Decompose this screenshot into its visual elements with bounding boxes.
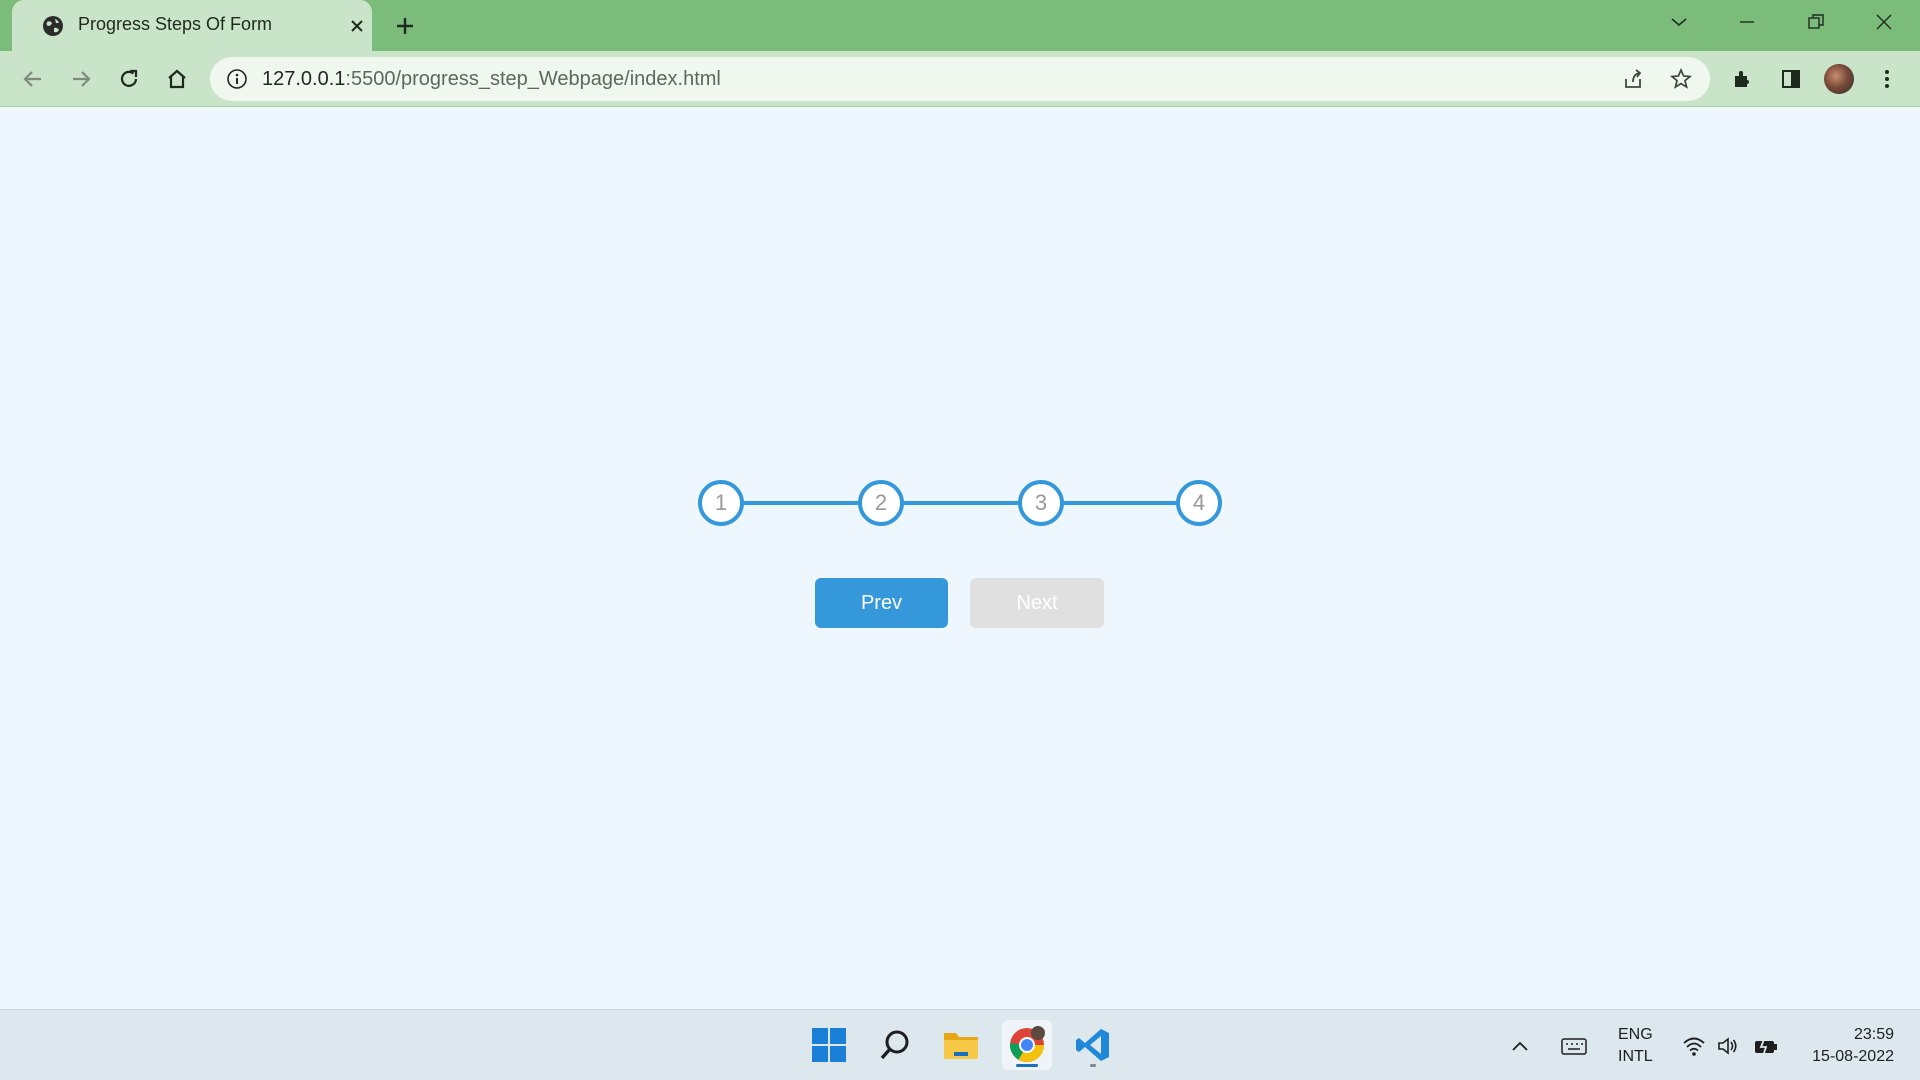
back-arrow-icon[interactable]	[18, 64, 48, 94]
address-bar[interactable]: 127.0.0.1:5500/progress_step_Webpage/ind…	[210, 57, 1710, 101]
browser-tab[interactable]: Progress Steps Of Form	[12, 0, 372, 51]
profile-avatar[interactable]	[1824, 64, 1854, 94]
windows-start-icon[interactable]	[804, 1020, 854, 1070]
wifi-icon[interactable]	[1680, 1032, 1708, 1060]
vscode-icon[interactable]	[1068, 1020, 1118, 1070]
step-circle-3: 3	[1018, 480, 1064, 526]
lang-line-1: ENG	[1618, 1026, 1653, 1043]
clock-date: 15-08-2022	[1812, 1048, 1894, 1065]
progress-line	[718, 501, 1202, 505]
search-icon[interactable]	[870, 1020, 920, 1070]
close-icon[interactable]	[346, 15, 368, 37]
step-circle-2: 2	[858, 480, 904, 526]
clock-time: 23:59	[1853, 1026, 1894, 1043]
taskbar: ENG INTL 23:59 15-08-2022	[0, 1009, 1920, 1080]
battery-charging-icon[interactable]	[1752, 1032, 1780, 1060]
keyboard-icon[interactable]	[1560, 1032, 1588, 1060]
step-circle-4: 4	[1176, 480, 1222, 526]
chevron-down-icon[interactable]	[1661, 8, 1697, 36]
home-icon[interactable]	[162, 64, 192, 94]
close-window-icon[interactable]	[1866, 8, 1902, 36]
lang-line-2: INTL	[1618, 1048, 1653, 1065]
volume-icon[interactable]	[1714, 1032, 1742, 1060]
side-panel-icon[interactable]	[1776, 64, 1806, 94]
active-app-indicator	[1016, 1064, 1038, 1067]
minimize-icon[interactable]	[1729, 8, 1765, 36]
prev-button[interactable]: Prev	[815, 578, 948, 628]
system-clock[interactable]: 23:59 15-08-2022	[1812, 1024, 1894, 1068]
share-icon[interactable]	[1620, 66, 1646, 92]
info-icon[interactable]	[224, 66, 250, 92]
chrome-icon[interactable]	[1002, 1020, 1052, 1070]
chevron-up-icon[interactable]	[1506, 1032, 1534, 1060]
bookmark-star-icon[interactable]	[1668, 66, 1694, 92]
more-menu-icon[interactable]	[1872, 64, 1902, 94]
forward-arrow-icon[interactable]	[66, 64, 96, 94]
browser-toolbar: 127.0.0.1:5500/progress_step_Webpage/ind…	[0, 51, 1920, 107]
file-explorer-icon[interactable]	[936, 1020, 986, 1070]
url-text[interactable]: 127.0.0.1:5500/progress_step_Webpage/ind…	[262, 68, 721, 91]
step-circle-1: 1	[698, 480, 744, 526]
extensions-icon[interactable]	[1728, 64, 1758, 94]
new-tab-icon[interactable]	[392, 13, 418, 39]
tab-strip: Progress Steps Of Form	[0, 0, 1920, 51]
progress-steps: 1 2 3 4	[698, 480, 1222, 526]
globe-icon	[42, 15, 64, 37]
restore-icon[interactable]	[1798, 8, 1834, 36]
next-button[interactable]: Next	[970, 578, 1104, 628]
language-indicator[interactable]: ENG INTL	[1618, 1024, 1653, 1068]
url-path: :5500/progress_step_Webpage/index.html	[345, 68, 721, 90]
running-app-indicator	[1090, 1064, 1096, 1067]
reload-icon[interactable]	[114, 64, 144, 94]
tab-title: Progress Steps Of Form	[78, 14, 273, 34]
url-host: 127.0.0.1	[262, 68, 346, 90]
page-content: 1 2 3 4 Prev Next	[0, 108, 1920, 1009]
